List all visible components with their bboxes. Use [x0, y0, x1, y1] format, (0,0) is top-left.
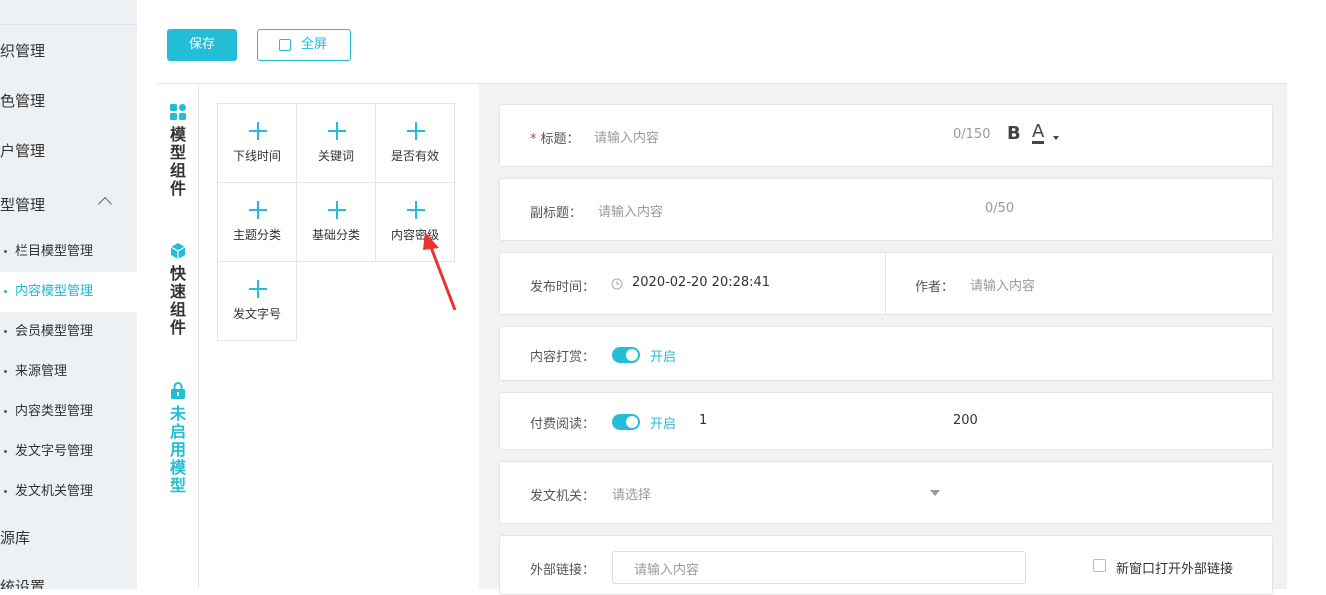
tab-label: 快速组件 — [170, 264, 187, 337]
chevron-up-icon[interactable] — [97, 196, 113, 212]
tab-quick-components[interactable]: 快速组件 — [157, 243, 199, 337]
sidebar-subitem-issuer[interactable]: 发文机关管理 — [0, 472, 137, 512]
plus-icon — [407, 201, 425, 219]
fullscreen-icon — [279, 39, 291, 51]
sidebar-subitem-label: 发文机关管理 — [15, 484, 94, 499]
sidebar: 织管理 色管理 户管理 型管理 栏目模型管理 内容模型管理 会员模型管理 来源管… — [0, 0, 137, 589]
reward-toggle[interactable] — [612, 347, 640, 363]
issuer-card: 发文机关： 请选择 — [499, 461, 1273, 524]
plus-icon — [249, 122, 267, 140]
component-label: 是否有效 — [390, 149, 439, 163]
plus-icon — [328, 201, 346, 219]
author-label: 作者： — [915, 280, 955, 295]
clock-icon — [611, 278, 623, 290]
external-link-placeholder: 请输入内容 — [634, 563, 700, 578]
reward-label: 内容打赏： — [530, 350, 596, 365]
save-button[interactable]: 保存 — [167, 29, 237, 61]
sidebar-subitem-content-type[interactable]: 内容类型管理 — [0, 392, 137, 432]
paid-read-value-1[interactable]: 1 — [699, 413, 707, 428]
component-label: 下线时间 — [232, 149, 281, 163]
external-link-input[interactable]: 请输入内容 — [612, 551, 1026, 584]
sidebar-subitem-member-model[interactable]: 会员模型管理 — [0, 312, 137, 352]
author-input[interactable]: 请输入内容 — [970, 275, 1035, 294]
component-label: 主题分类 — [232, 228, 281, 242]
external-link-label: 外部链接： — [530, 563, 596, 578]
plus-icon — [328, 122, 346, 140]
sidebar-item-org[interactable]: 织管理 — [0, 40, 45, 61]
widgets-icon — [170, 104, 186, 120]
bold-icon[interactable]: B — [1007, 123, 1021, 144]
component-label: 基础分类 — [311, 228, 360, 242]
sidebar-subitem-label: 发文字号管理 — [15, 444, 94, 459]
sidebar-item-role[interactable]: 色管理 — [0, 90, 45, 111]
sidebar-subitem-content-model[interactable]: 内容模型管理 — [0, 272, 137, 312]
reward-status: 开启 — [650, 350, 677, 365]
plus-icon — [407, 122, 425, 140]
component-is-valid[interactable]: 是否有效 — [375, 103, 455, 183]
tab-model-components[interactable]: 模型组件 — [157, 104, 199, 198]
sidebar-subitem-label: 栏目模型管理 — [15, 244, 94, 259]
new-window-checkbox[interactable] — [1093, 559, 1106, 572]
subtitle-field-card[interactable]: 副标题： 请输入内容 0/50 — [499, 178, 1273, 241]
paid-read-status: 开启 — [650, 417, 677, 432]
sidebar-subitem-doc-number[interactable]: 发文字号管理 — [0, 432, 137, 472]
issuer-label: 发文机关： — [530, 489, 596, 504]
title-input[interactable]: 请输入内容 — [594, 127, 659, 146]
plus-icon — [249, 201, 267, 219]
issuer-select[interactable]: 请选择 — [612, 484, 651, 503]
sidebar-subitem-label: 内容模型管理 — [15, 284, 94, 299]
sidebar-item-source-library[interactable]: 源库 — [0, 527, 30, 548]
lock-icon — [171, 382, 185, 399]
sidebar-subitem-label: 内容类型管理 — [15, 404, 94, 419]
cube-icon — [170, 243, 186, 259]
title-label: * 标题： — [530, 132, 580, 147]
paid-read-value-2[interactable]: 200 — [953, 413, 978, 428]
publish-time-card: 发布时间： 2020-02-20 20:28:41 作者： 请输入内容 — [499, 252, 1273, 315]
component-label: 发文字号 — [232, 307, 281, 321]
sidebar-subitem-label: 来源管理 — [15, 364, 68, 379]
sidebar-subitem-label: 会员模型管理 — [15, 324, 94, 339]
sidebar-subitem-source[interactable]: 来源管理 — [0, 352, 137, 392]
caret-down-icon[interactable] — [1053, 136, 1059, 140]
component-base-category[interactable]: 基础分类 — [296, 182, 376, 262]
new-window-label: 新窗口打开外部链接 — [1116, 562, 1234, 577]
fullscreen-button[interactable]: 全屏 — [257, 29, 351, 61]
field-divider — [885, 253, 886, 314]
publish-time-label: 发布时间： — [530, 280, 596, 295]
fullscreen-label: 全屏 — [301, 37, 328, 52]
annotation-arrow-icon — [423, 232, 457, 311]
tab-disabled-models[interactable]: 未启用模型 — [157, 382, 199, 495]
component-doc-number[interactable]: 发文字号 — [217, 261, 297, 341]
sidebar-item-system-settings[interactable]: 统设置 — [0, 576, 45, 589]
component-topic-category[interactable]: 主题分类 — [217, 182, 297, 262]
tab-label: 未启用模型 — [170, 404, 187, 495]
reward-card: 内容打赏： 开启 — [499, 326, 1273, 381]
external-link-card: 外部链接： 请输入内容 新窗口打开外部链接 — [499, 535, 1273, 595]
sidebar-item-model[interactable]: 型管理 — [0, 194, 45, 215]
tab-label: 模型组件 — [170, 125, 187, 198]
sidebar-divider — [0, 24, 137, 25]
title-field-card[interactable]: * 标题： 请输入内容 0/150 B A — [499, 104, 1273, 167]
title-counter: 0/150 — [953, 127, 991, 142]
paid-read-toggle[interactable] — [612, 414, 640, 430]
plus-icon — [249, 280, 267, 298]
component-keywords[interactable]: 关键词 — [296, 103, 376, 183]
component-offline-time[interactable]: 下线时间 — [217, 103, 297, 183]
subtitle-input[interactable]: 请输入内容 — [598, 201, 663, 220]
sidebar-item-user[interactable]: 户管理 — [0, 140, 45, 161]
paid-read-card: 付费阅读： 开启 1 200 — [499, 392, 1273, 450]
paid-read-label: 付费阅读： — [530, 417, 596, 432]
subtitle-counter: 0/50 — [985, 201, 1015, 216]
publish-time-input[interactable]: 2020-02-20 20:28:41 — [632, 275, 770, 290]
font-color-icon[interactable]: A — [1032, 123, 1045, 144]
sidebar-subitem-column-model[interactable]: 栏目模型管理 — [0, 232, 137, 272]
component-tabs: 模型组件 快速组件 未启用模型 — [157, 84, 199, 589]
dropdown-arrow-icon[interactable] — [930, 490, 940, 496]
component-label: 关键词 — [317, 149, 354, 163]
subtitle-label: 副标题： — [530, 206, 583, 221]
